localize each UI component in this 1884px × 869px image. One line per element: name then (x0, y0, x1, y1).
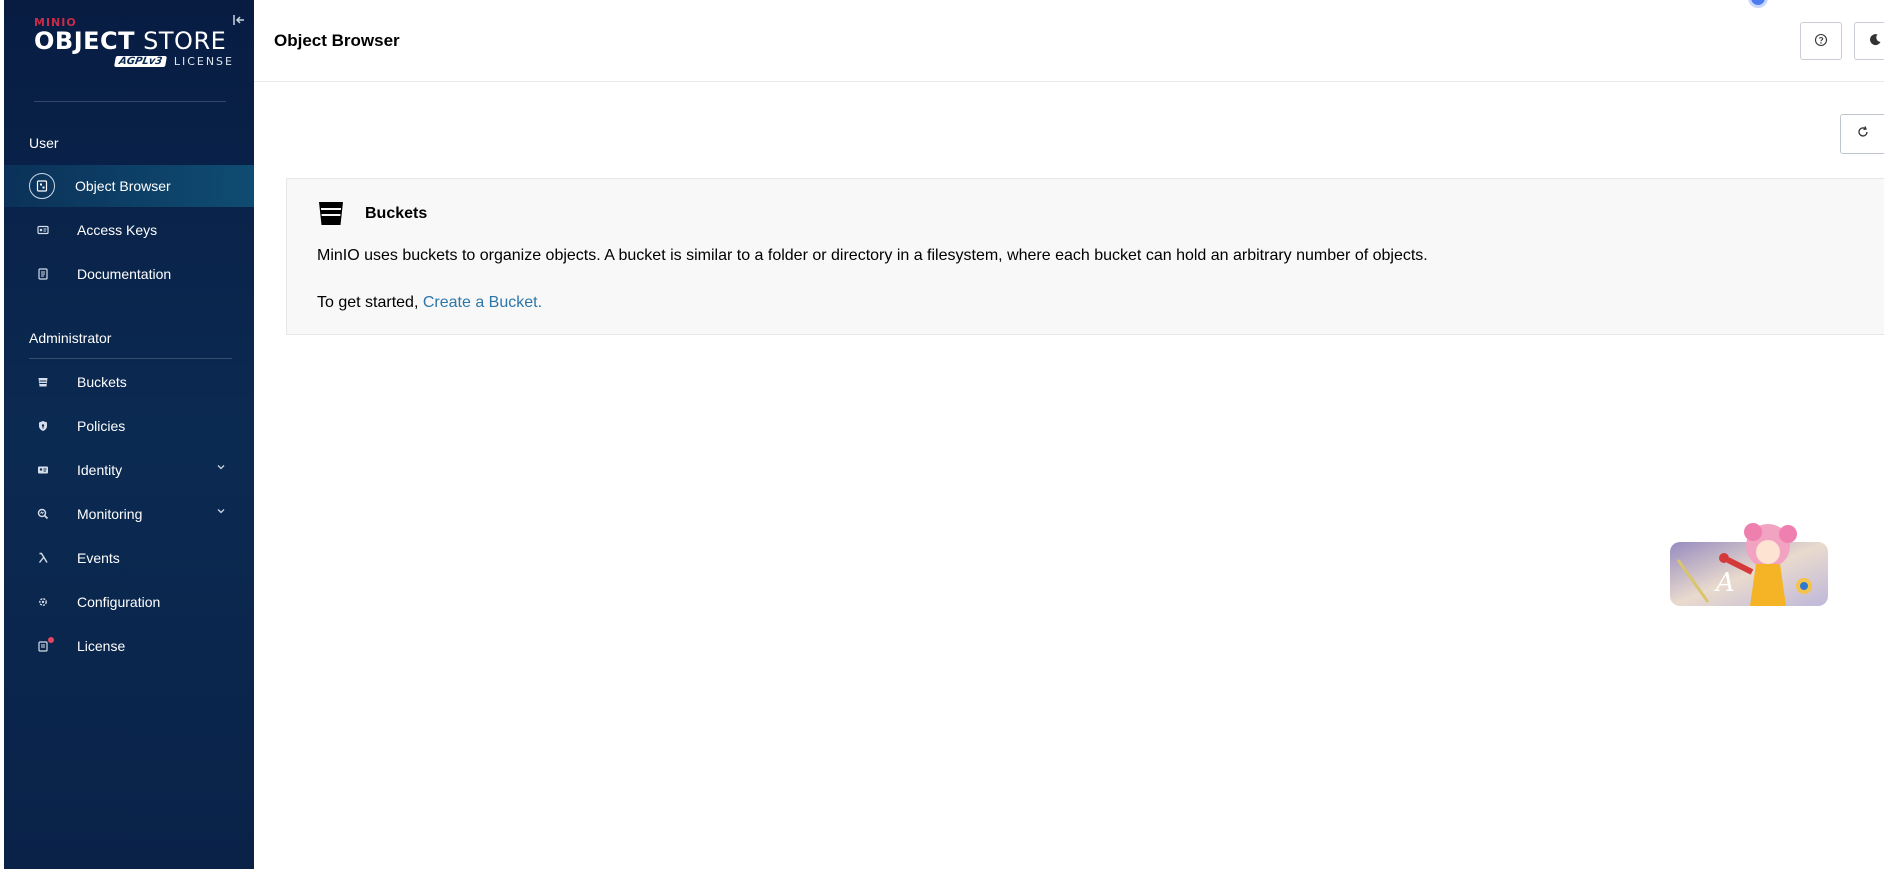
gear-icon (29, 588, 57, 616)
sidebar-item-label: Object Browser (75, 178, 171, 194)
sidebar-item-label: Events (77, 550, 120, 566)
help-icon (1814, 33, 1828, 50)
refresh-button[interactable] (1840, 114, 1884, 154)
sidebar-item-configuration[interactable]: Configuration (4, 581, 254, 623)
refresh-icon (1856, 125, 1870, 144)
documentation-icon (29, 260, 57, 288)
sidebar-item-label: Access Keys (77, 222, 158, 238)
divider (34, 101, 226, 102)
card-description: MinIO uses buckets to organize objects. … (317, 247, 1428, 264)
bucket-icon (29, 368, 57, 396)
chevron-down-icon[interactable] (216, 462, 226, 475)
logo: MINIO OBJECT STORE AGPLv3 LICENSE (34, 16, 234, 76)
buckets-empty-card: Buckets MinIO uses buckets to organize o… (286, 178, 1884, 335)
notification-badge (48, 637, 54, 643)
sidebar-item-label: Documentation (77, 266, 172, 282)
card-title: Buckets (365, 205, 428, 222)
sidebar-item-object-browser[interactable]: Object Browser (4, 165, 254, 207)
sidebar-item-buckets[interactable]: Buckets (4, 361, 254, 403)
chevron-down-icon[interactable] (216, 506, 226, 519)
sidebar-item-access-keys[interactable]: Access Keys (4, 209, 254, 251)
sidebar-item-label: Policies (77, 418, 126, 434)
page-title: Object Browser (274, 31, 400, 50)
sidebar-item-events[interactable]: Events (4, 537, 254, 579)
theme-toggle-button[interactable] (1854, 22, 1884, 60)
sidebar-item-label: Identity (77, 462, 123, 478)
object-browser-icon (29, 173, 55, 199)
lambda-icon (29, 544, 57, 572)
identity-icon (29, 456, 57, 484)
mascot-letter: A (1716, 568, 1735, 598)
moon-icon (1868, 33, 1882, 50)
cta-prefix: To get started, (317, 294, 423, 311)
logo-product: STORE (143, 27, 227, 55)
access-keys-icon (29, 216, 57, 244)
divider (29, 358, 232, 359)
agpl-badge: AGPLv3 (113, 56, 167, 67)
sidebar-item-label: Configuration (77, 594, 161, 610)
logo-product-bold: OBJECT (34, 27, 136, 55)
sidebar: MINIO OBJECT STORE AGPLv3 LICENSE User O… (4, 0, 254, 869)
section-title-user: User (29, 135, 59, 151)
help-button[interactable] (1800, 22, 1842, 60)
bucket-icon (317, 199, 345, 227)
card-cta: To get started, Create a Bucket. (317, 294, 542, 312)
section-title-administrator: Administrator (29, 330, 112, 346)
sidebar-item-label: Buckets (77, 374, 127, 390)
status-indicator[interactable] (1748, 0, 1768, 8)
mascot-sticker[interactable]: A (1668, 520, 1830, 610)
sidebar-item-label: License (77, 638, 126, 654)
logo-license: LICENSE (173, 55, 234, 68)
license-icon (29, 632, 57, 660)
page-header: Object Browser (254, 0, 1884, 82)
sidebar-item-license[interactable]: License (4, 625, 254, 667)
sidebar-item-policies[interactable]: Policies (4, 405, 254, 447)
sidebar-item-label: Monitoring (77, 506, 143, 522)
shield-icon (29, 412, 57, 440)
sidebar-item-monitoring[interactable]: Monitoring (4, 493, 254, 535)
sidebar-item-identity[interactable]: Identity (4, 449, 254, 491)
create-bucket-link[interactable]: Create a Bucket. (423, 294, 542, 311)
sidebar-item-documentation[interactable]: Documentation (4, 253, 254, 295)
monitoring-icon (29, 500, 57, 528)
